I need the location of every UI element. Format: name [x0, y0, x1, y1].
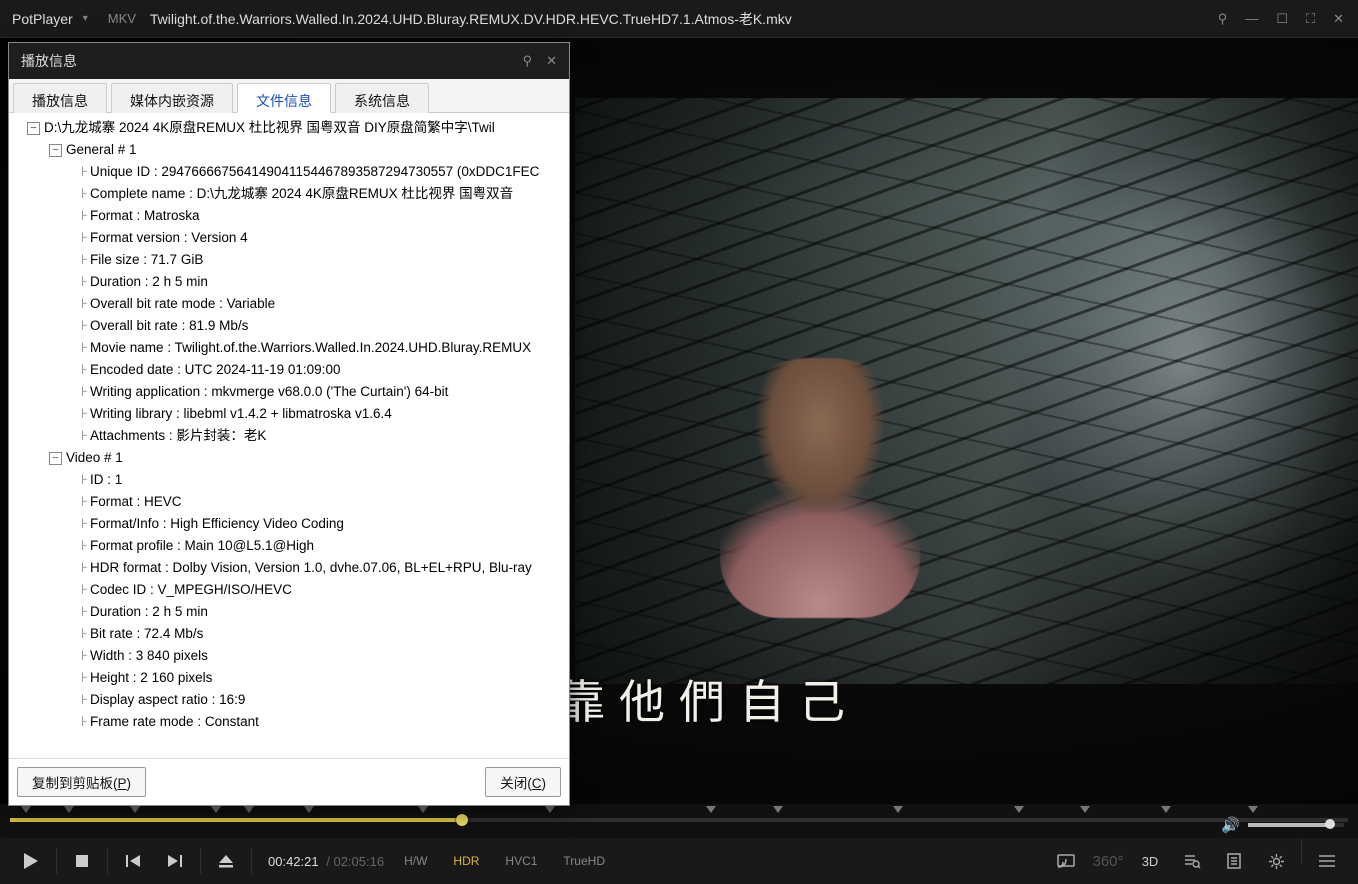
chapter-mark[interactable] [1014, 806, 1024, 813]
chapter-mark[interactable] [21, 806, 31, 813]
tab-2[interactable]: 文件信息 [237, 83, 331, 113]
menu-icon[interactable] [1306, 838, 1348, 884]
tree-node[interactable]: ⊦Display aspect ratio : 16:9 [9, 689, 569, 711]
collapse-icon[interactable]: − [49, 452, 62, 465]
tree-node[interactable]: ⊦Complete name : D:\九龙城寨 2024 4K原盘REMUX … [9, 183, 569, 205]
control-bar: 00:42:21 / 02:05:16 H/W HDR HVC1 TrueHD … [0, 838, 1358, 884]
close-button[interactable]: 关闭(C) [485, 767, 561, 797]
pin-icon[interactable]: ⚲ [523, 53, 533, 69]
cast-icon[interactable] [1045, 838, 1087, 884]
collapse-icon[interactable]: − [27, 122, 40, 135]
tree-node[interactable]: ⊦Format profile : Main 10@L5.1@High [9, 535, 569, 557]
info-window-titlebar[interactable]: 播放信息 ⚲ ✕ [9, 43, 569, 79]
tree-node[interactable]: ⊦Format : Matroska [9, 205, 569, 227]
tree-node[interactable]: −D:\九龙城寨 2024 4K原盘REMUX 杜比视界 国粤双音 DIY原盘简… [9, 117, 569, 139]
3d-button[interactable]: 3D [1129, 838, 1171, 884]
tree-node[interactable]: ⊦Duration : 2 h 5 min [9, 271, 569, 293]
hw-badge[interactable]: H/W [398, 852, 433, 870]
chapter-mark[interactable] [304, 806, 314, 813]
collapse-icon[interactable]: − [49, 144, 62, 157]
tree-node[interactable]: ⊦Format version : Version 4 [9, 227, 569, 249]
chapter-mark[interactable] [1161, 806, 1171, 813]
chapter-mark[interactable] [418, 806, 428, 813]
settings-icon[interactable] [1255, 838, 1297, 884]
tree-node[interactable]: ⊦Width : 3 840 pixels [9, 645, 569, 667]
tree-node[interactable]: ⊦Codec ID : V_MPEGH/ISO/HEVC [9, 579, 569, 601]
chapter-mark[interactable] [64, 806, 74, 813]
close-icon[interactable]: ✕ [546, 53, 557, 69]
tree-node[interactable]: ⊦Duration : 2 h 5 min [9, 601, 569, 623]
file-info-tree[interactable]: −D:\九龙城寨 2024 4K原盘REMUX 杜比视界 国粤双音 DIY原盘简… [9, 113, 569, 758]
volume-slider[interactable] [1248, 823, 1344, 827]
chapter-mark[interactable] [1248, 806, 1258, 813]
time-current: 00:42:21 [268, 854, 319, 869]
file-title: Twilight.of.the.Warriors.Walled.In.2024.… [150, 9, 1218, 29]
fullscreen-icon[interactable]: ⛶ [1306, 11, 1315, 27]
tree-node[interactable]: ⊦Encoded date : UTC 2024-11-19 01:09:00 [9, 359, 569, 381]
chapter-mark[interactable] [893, 806, 903, 813]
tree-node[interactable]: −Video # 1 [9, 447, 569, 469]
pin-icon[interactable]: ⚲ [1218, 11, 1228, 27]
subtitle-search-icon[interactable] [1171, 838, 1213, 884]
tab-3[interactable]: 系统信息 [335, 83, 429, 113]
chapter-mark[interactable] [545, 806, 555, 813]
titlebar: PotPlayer ▾ MKV Twilight.of.the.Warriors… [0, 0, 1358, 38]
tree-node[interactable]: ⊦Bit rate : 72.4 Mb/s [9, 623, 569, 645]
tree-node[interactable]: ⊦Writing library : libebml v1.4.2 + libm… [9, 403, 569, 425]
video-codec-badge[interactable]: HVC1 [499, 852, 543, 870]
tree-node[interactable]: ⊦Format : HEVC [9, 491, 569, 513]
chapter-mark[interactable] [244, 806, 254, 813]
tree-node[interactable]: ⊦Overall bit rate mode : Variable [9, 293, 569, 315]
tree-node[interactable]: ⊦Overall bit rate : 81.9 Mb/s [9, 315, 569, 337]
previous-button[interactable] [112, 838, 154, 884]
chapter-mark[interactable] [706, 806, 716, 813]
copy-to-clipboard-button[interactable]: 复制到剪贴板(P) [17, 767, 146, 797]
close-icon[interactable]: ✕ [1333, 11, 1344, 27]
chapter-mark[interactable] [773, 806, 783, 813]
maximize-icon[interactable]: ☐ [1276, 11, 1288, 27]
360-button[interactable]: 360° [1087, 838, 1129, 884]
tree-node[interactable]: ⊦Format/Info : High Efficiency Video Cod… [9, 513, 569, 535]
seek-bar[interactable] [10, 818, 1348, 822]
format-badge: MKV [108, 11, 136, 26]
info-window-title: 播放信息 [21, 51, 77, 71]
volume-icon[interactable]: 🔊 [1221, 816, 1240, 834]
minimize-icon[interactable]: — [1245, 11, 1258, 27]
tab-1[interactable]: 媒体内嵌资源 [111, 83, 233, 113]
stop-button[interactable] [61, 838, 103, 884]
app-name[interactable]: PotPlayer [8, 11, 77, 27]
seek-knob[interactable] [456, 814, 468, 826]
tree-node[interactable]: ⊦Height : 2 160 pixels [9, 667, 569, 689]
timecode: 00:42:21 / 02:05:16 [268, 854, 384, 869]
chapter-mark[interactable] [130, 806, 140, 813]
tree-node[interactable]: ⊦Unique ID : 294766667564149041154467893… [9, 161, 569, 183]
tree-node[interactable]: ⊦Writing application : mkvmerge v68.0.0 … [9, 381, 569, 403]
tree-node[interactable]: −General # 1 [9, 139, 569, 161]
chapter-mark[interactable] [1080, 806, 1090, 813]
time-total: 02:05:16 [333, 854, 384, 869]
chapter-mark[interactable] [211, 806, 221, 813]
hdr-badge[interactable]: HDR [447, 852, 485, 870]
tree-node[interactable]: ⊦HDR format : Dolby Vision, Version 1.0,… [9, 557, 569, 579]
volume-knob[interactable] [1325, 819, 1335, 829]
eject-button[interactable] [205, 838, 247, 884]
timeline: 🔊 [0, 804, 1358, 838]
tree-node[interactable]: ⊦Frame rate mode : Constant [9, 711, 569, 733]
play-button[interactable] [10, 838, 52, 884]
tree-node[interactable]: ⊦Attachments : 影片封装：老K [9, 425, 569, 447]
playback-info-window: 播放信息 ⚲ ✕ 播放信息媒体内嵌资源文件信息系统信息 −D:\九龙城寨 202… [8, 42, 570, 806]
audio-codec-badge[interactable]: TrueHD [557, 852, 611, 870]
info-tabs: 播放信息媒体内嵌资源文件信息系统信息 [9, 79, 569, 113]
tab-0[interactable]: 播放信息 [13, 83, 107, 113]
tree-node[interactable]: ⊦File size : 71.7 GiB [9, 249, 569, 271]
tree-node[interactable]: ⊦Movie name : Twilight.of.the.Warriors.W… [9, 337, 569, 359]
next-button[interactable] [154, 838, 196, 884]
chevron-down-icon[interactable]: ▾ [83, 13, 88, 24]
tree-node[interactable]: ⊦ID : 1 [9, 469, 569, 491]
playlist-icon[interactable] [1213, 838, 1255, 884]
